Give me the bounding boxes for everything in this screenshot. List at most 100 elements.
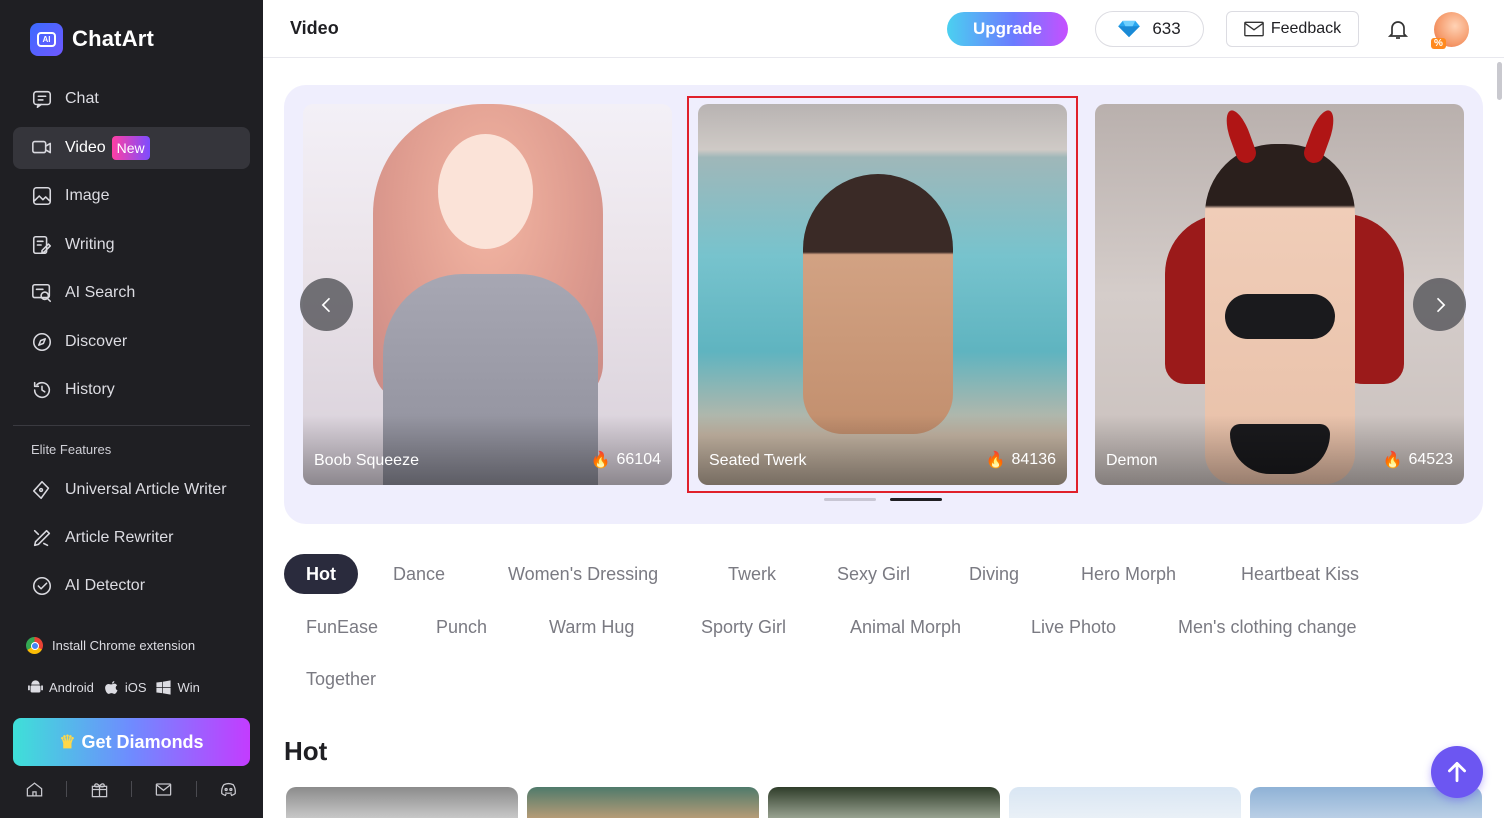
card-count: 🔥 64523 [1383,450,1453,470]
android-icon [28,680,43,693]
tab-dance[interactable]: Dance [393,554,445,594]
upgrade-button[interactable]: Upgrade [947,12,1068,46]
tab-mens-clothing-change[interactable]: Men's clothing change [1178,607,1357,647]
sidebar-item-history[interactable]: History [13,369,250,411]
new-badge: New [111,135,150,160]
android-link[interactable]: Android [27,679,94,696]
carousel-card-seated-twerk[interactable]: Seated Twerk 🔥 84136 [698,104,1067,485]
tab-hero-morph[interactable]: Hero Morph [1081,554,1176,594]
crown-icon: ♛ [59,731,76,752]
home-icon[interactable] [23,778,45,800]
carousel-card-boob-squeeze[interactable]: Boob Squeeze 🔥 66104 [303,104,672,485]
bottom-bar-separator [66,781,68,797]
main-content: Video Upgrade 633 Feedback Boob Squeeze [263,0,1504,818]
detector-icon [31,575,53,597]
bottom-bar-separator [195,781,197,797]
sidebar-bottom-bar [13,776,250,802]
sidebar-item-image[interactable]: Image [13,175,250,217]
sidebar-item-label: Universal Article Writer [65,481,227,498]
get-diamonds-button[interactable]: ♛ Get Diamonds [13,718,250,766]
sidebar-item-writing[interactable]: Writing [13,224,250,266]
sidebar-item-label: Image [65,187,110,204]
rewrite-icon [31,527,53,549]
sidebar: AI ChatArt Chat Video New Image Writing [0,0,263,818]
carousel-pagination [824,498,942,501]
gift-icon[interactable] [88,778,110,800]
mail-icon[interactable] [153,778,175,800]
video-thumbnail[interactable] [527,787,759,818]
carousel-next-button[interactable] [1413,278,1466,331]
install-chrome-extension[interactable]: Install Chrome extension [26,637,195,654]
main-nav: Chat Video New Image Writing AI Search D… [0,78,263,411]
tab-twerk[interactable]: Twerk [728,554,776,594]
tab-womens-dressing[interactable]: Women's Dressing [508,554,658,594]
video-thumbnail[interactable] [768,787,1000,818]
sidebar-item-label: Article Rewriter [65,529,174,546]
card-count: 🔥 66104 [591,450,661,470]
video-thumbnail[interactable] [1009,787,1241,818]
sidebar-item-universal-article-writer[interactable]: Universal Article Writer [13,469,250,511]
arrow-up-icon [1448,761,1466,783]
tab-sporty-girl[interactable]: Sporty Girl [701,607,786,647]
tab-animal-morph[interactable]: Animal Morph [850,607,961,647]
mail-icon [1244,21,1264,37]
image-icon [31,185,53,207]
diamond-count: 633 [1152,19,1181,38]
compass-icon [31,331,53,353]
apple-icon [104,681,118,694]
video-icon [31,137,53,159]
tab-punch[interactable]: Punch [436,607,487,647]
sidebar-item-ai-detector[interactable]: AI Detector [13,565,250,607]
sidebar-item-label: AI Search [65,284,136,301]
discord-icon[interactable] [217,778,239,800]
android-label: Android [49,680,94,695]
sidebar-item-label: Chat [65,90,99,107]
carousel-dot-1[interactable] [824,498,876,501]
ios-link[interactable]: iOS [103,679,147,696]
video-carousel: Boob Squeeze 🔥 66104 Seated Twerk 🔥 84136 … [284,85,1483,524]
avatar[interactable] [1431,12,1469,49]
scrollbar[interactable] [1497,62,1502,100]
tab-diving[interactable]: Diving [969,554,1019,594]
elite-features-title: Elite Features [31,442,112,457]
tab-funease[interactable]: FunEase [306,607,378,647]
history-icon [31,379,53,401]
video-thumbnail[interactable] [286,787,518,818]
sidebar-divider [13,425,250,426]
ios-label: iOS [124,680,147,695]
tab-live-photo[interactable]: Live Photo [1031,607,1116,647]
sidebar-item-discover[interactable]: Discover [13,321,250,363]
brand[interactable]: AI ChatArt [0,0,263,78]
sidebar-item-label: History [65,381,115,398]
chevron-left-icon [321,297,330,312]
windows-link[interactable]: Win [155,679,200,696]
sidebar-item-video[interactable]: Video New [13,126,250,169]
card-count-value: 66104 [616,451,662,468]
get-diamonds-label: Get Diamonds [81,731,204,752]
tab-hot[interactable]: Hot [284,554,358,594]
diamond-balance[interactable]: 633 [1095,11,1204,47]
carousel-prev-button[interactable] [300,278,353,331]
sidebar-item-ai-search[interactable]: AI Search [13,272,250,314]
ai-search-icon [31,282,53,304]
fire-icon: 🔥 [1382,452,1403,469]
tab-warm-hug[interactable]: Warm Hug [549,607,634,647]
elite-nav: Universal Article Writer Article Rewrite… [0,469,263,607]
tab-heartbeat-kiss[interactable]: Heartbeat Kiss [1241,554,1359,594]
sidebar-item-article-rewriter[interactable]: Article Rewriter [13,517,250,559]
chrome-icon [26,637,43,654]
carousel-dot-2[interactable] [890,498,942,501]
carousel-card-demon[interactable]: Demon 🔥 64523 [1095,104,1464,485]
bottom-bar-separator [130,781,132,797]
diamond-icon [1118,20,1141,38]
back-to-top-button[interactable] [1431,746,1483,798]
feedback-button[interactable]: Feedback [1226,11,1359,47]
tab-sexy-girl[interactable]: Sexy Girl [837,554,910,594]
bell-icon[interactable] [1386,17,1410,41]
tab-together[interactable]: Together [306,659,376,699]
sidebar-item-chat[interactable]: Chat [13,78,250,120]
chevron-right-icon [1436,297,1445,312]
fire-icon: 🔥 [985,452,1006,469]
card-title: Boob Squeeze [314,452,419,469]
chat-icon [31,88,53,110]
